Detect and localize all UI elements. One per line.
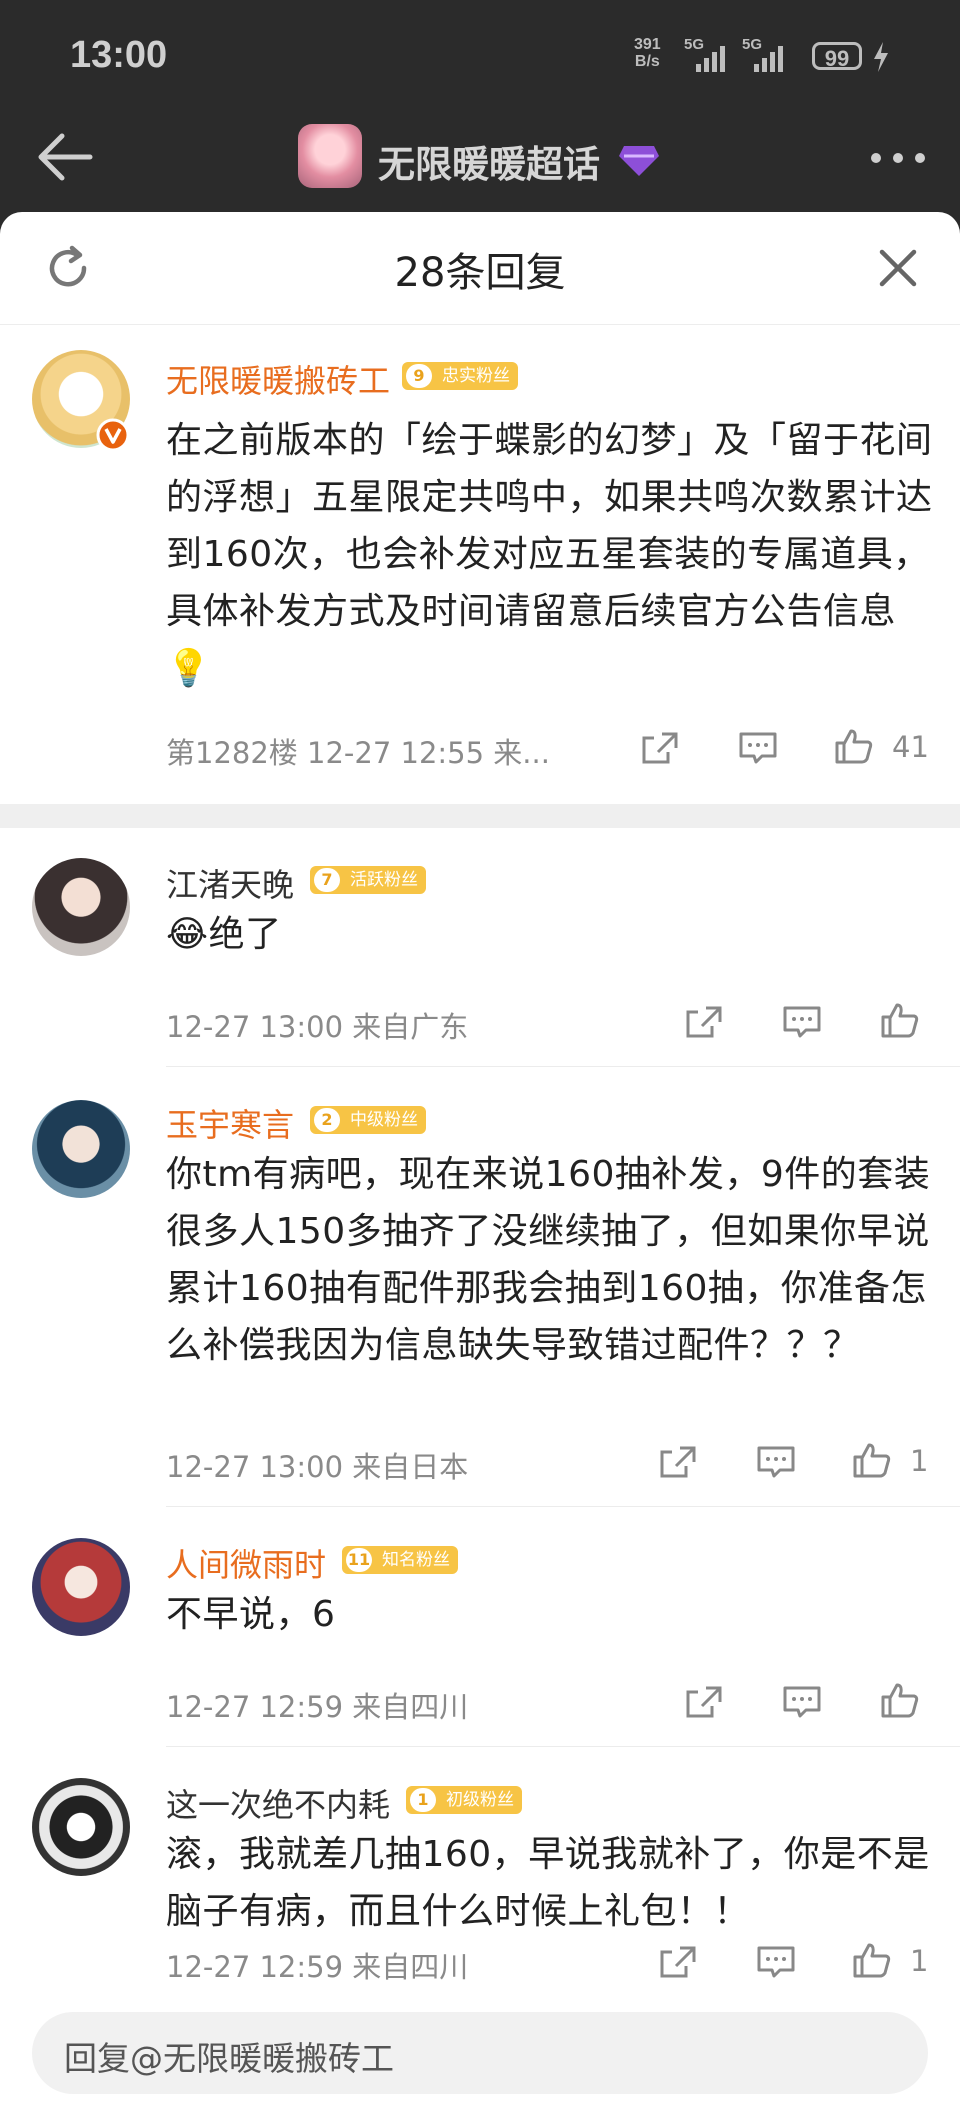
share-icon[interactable]: [684, 1004, 724, 1040]
divider: [166, 1066, 960, 1067]
fan-badge: 7 活跃粉丝: [310, 866, 426, 894]
share-icon[interactable]: [640, 730, 680, 766]
fan-badge-label: 忠实粉丝: [442, 366, 510, 386]
like-icon[interactable]: [834, 728, 874, 764]
comment-icon[interactable]: [756, 1444, 796, 1480]
fan-badge-label: 初级粉丝: [446, 1790, 514, 1810]
battery-indicator: 99: [812, 42, 862, 71]
comment-icon[interactable]: [738, 730, 778, 766]
fan-badge-level: 9: [406, 364, 432, 388]
like-icon[interactable]: [880, 1682, 920, 1718]
like-count: 1: [910, 1444, 929, 1478]
reply-text: 不早说，6: [166, 1594, 336, 1635]
fan-badge: 9 忠实粉丝: [402, 362, 518, 390]
comment-username[interactable]: 无限暖暖搬砖工: [166, 356, 390, 402]
avatar[interactable]: [32, 1778, 130, 1876]
comment-meta: 第1282楼 12-27 12:55 来...: [166, 736, 550, 770]
more-options-icon[interactable]: [868, 150, 928, 166]
like-icon[interactable]: [852, 1442, 892, 1478]
avatar[interactable]: [32, 858, 130, 956]
status-time: 13:00: [70, 34, 168, 76]
reply-text: 滚，我就差几抽160，早说我就补了，你是不是脑子有病，而且什么时候上礼包！！: [166, 1834, 930, 1932]
divider: [166, 1746, 960, 1747]
diamond-icon: [619, 146, 659, 176]
share-icon[interactable]: [658, 1444, 698, 1480]
reply-sheet: 28条回复 无限暖暖搬砖工 9 忠实粉丝 在之前版本的「绘于蝶影的幻梦」及「留于…: [0, 212, 960, 2108]
charging-icon: [874, 42, 888, 72]
network-speed: 391 B/s: [634, 36, 661, 70]
back-arrow-icon[interactable]: [36, 132, 94, 182]
fan-badge-level: 1: [410, 1788, 436, 1812]
avatar[interactable]: [32, 1100, 130, 1198]
like-icon[interactable]: [880, 1002, 920, 1038]
sheet-header: 28条回复: [0, 212, 960, 325]
reply-text: 😂绝了: [166, 914, 282, 955]
reply-username[interactable]: 这一次绝不内耗: [166, 1780, 390, 1826]
reply-username[interactable]: 江渚天晚: [166, 860, 294, 906]
reply-text: 你tm有病吧，现在来说160抽补发，9件的套装很多人150多抽齐了没继续抽了，但…: [166, 1154, 931, 1366]
share-icon[interactable]: [684, 1684, 724, 1720]
status-bar: 13:00 391 B/s 5G 5G 99: [0, 0, 960, 110]
reply-meta: 12-27 12:59 来自四川: [166, 1690, 469, 1724]
signal-bars-2-icon: [754, 46, 783, 72]
section-separator: [0, 804, 960, 828]
reply-username[interactable]: 玉宇寒言: [166, 1100, 294, 1146]
share-icon[interactable]: [658, 1944, 698, 1980]
fan-badge: 2 中级粉丝: [310, 1106, 426, 1134]
signal-bars-icon: [696, 46, 725, 72]
fan-badge-level: 2: [314, 1108, 340, 1132]
divider: [166, 1506, 960, 1507]
topic-title[interactable]: 无限暖暖超话: [378, 134, 600, 188]
comment-icon[interactable]: [782, 1684, 822, 1720]
reply-input[interactable]: 回复@无限暖暖搬砖工: [32, 2012, 928, 2094]
sheet-title: 28条回复: [394, 250, 566, 296]
reply-meta: 12-27 12:59 来自四川: [166, 1950, 469, 1984]
comment-icon[interactable]: [782, 1004, 822, 1040]
fan-badge-level: 7: [314, 868, 340, 892]
verified-icon: [96, 418, 130, 452]
like-icon[interactable]: [852, 1942, 892, 1978]
reply-meta: 12-27 13:00 来自日本: [166, 1450, 469, 1484]
comment-text: 在之前版本的「绘于蝶影的幻梦」及「留于花间的浮想」五星限定共鸣中，如果共鸣次数累…: [166, 420, 933, 689]
topic-avatar[interactable]: [298, 124, 362, 188]
fan-badge: 11 知名粉丝: [342, 1546, 458, 1574]
reply-meta: 12-27 13:00 来自广东: [166, 1010, 469, 1044]
fan-badge-label: 知名粉丝: [382, 1550, 450, 1570]
comment-icon[interactable]: [756, 1944, 796, 1980]
like-count: 1: [910, 1944, 929, 1978]
close-icon[interactable]: [878, 248, 918, 288]
reply-input-placeholder: 回复@无限暖暖搬砖工: [64, 2039, 394, 2078]
reply-username[interactable]: 人间微雨时: [166, 1540, 326, 1586]
like-count: 41: [892, 730, 929, 764]
fan-badge-level: 11: [346, 1548, 372, 1572]
fan-badge: 1 初级粉丝: [406, 1786, 522, 1814]
fan-badge-label: 活跃粉丝: [350, 870, 418, 890]
avatar[interactable]: [32, 1538, 130, 1636]
fan-badge-label: 中级粉丝: [350, 1110, 418, 1130]
top-nav-bar: 无限暖暖超话: [0, 110, 960, 214]
